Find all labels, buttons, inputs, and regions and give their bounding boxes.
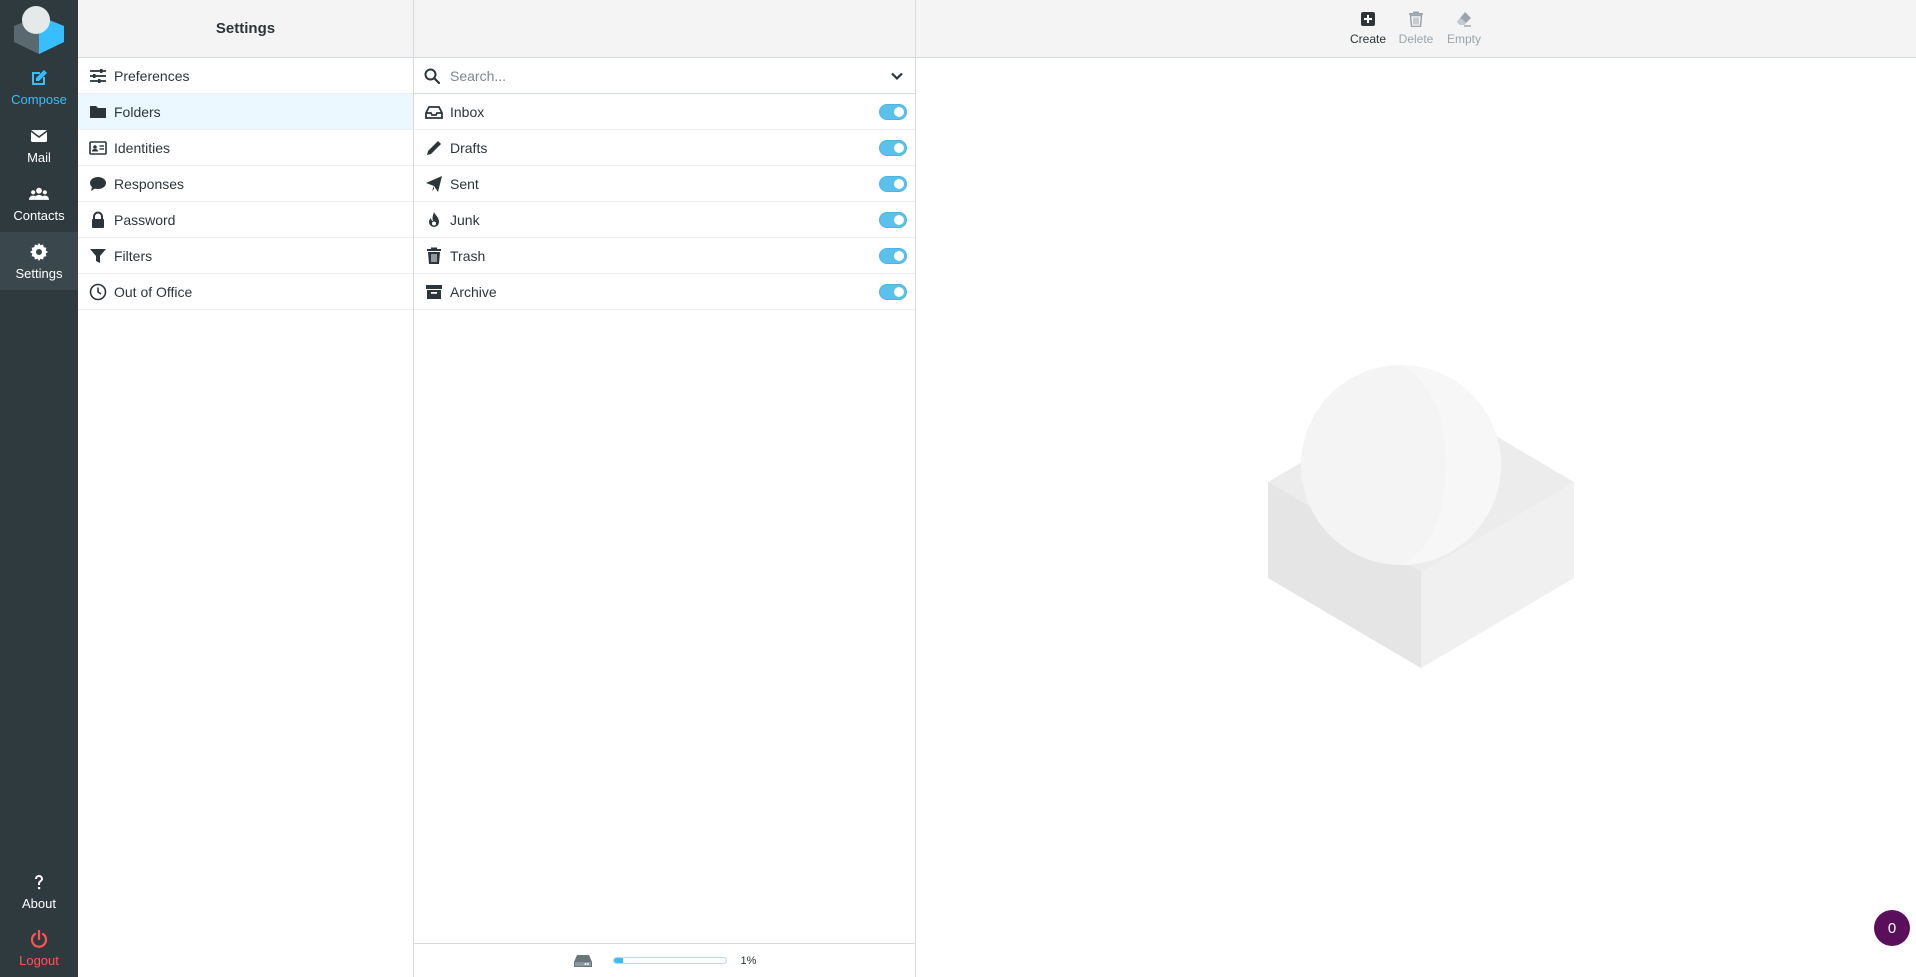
lock-icon bbox=[88, 210, 108, 230]
nav-settings[interactable]: Settings bbox=[0, 232, 78, 290]
nav-compose-label: Compose bbox=[11, 91, 67, 107]
subscribe-toggle[interactable] bbox=[879, 211, 907, 228]
pencil-icon bbox=[424, 138, 444, 158]
question-icon bbox=[35, 874, 43, 889]
folder-item-label: Inbox bbox=[450, 103, 485, 120]
fire-icon bbox=[424, 210, 444, 230]
nav-rail: Compose Mail Contacts Settings About Log… bbox=[0, 0, 78, 977]
settings-item-identities[interactable]: Identities bbox=[78, 130, 413, 166]
folder-item-junk[interactable]: Junk bbox=[414, 202, 915, 238]
settings-item-preferences[interactable]: Preferences bbox=[78, 58, 413, 94]
subscribe-toggle[interactable] bbox=[879, 139, 907, 156]
folder-item-label: Junk bbox=[450, 211, 480, 228]
content-pane: Create Delete Empty bbox=[916, 0, 1916, 977]
power-icon bbox=[30, 929, 48, 948]
folders-list-panel: Inbox Drafts Sent Junk Trash Archive 1% bbox=[414, 0, 916, 977]
settings-item-password[interactable]: Password bbox=[78, 202, 413, 238]
notification-badge[interactable]: 0 bbox=[1874, 910, 1910, 946]
settings-item-label: Identities bbox=[114, 139, 171, 156]
settings-item-folders[interactable]: Folders bbox=[78, 94, 413, 130]
nav-mail-label: Mail bbox=[27, 149, 51, 165]
envelope-icon bbox=[30, 129, 48, 142]
folder-item-archive[interactable]: Archive bbox=[414, 274, 915, 310]
settings-item-label: Responses bbox=[114, 175, 185, 192]
nav-logout[interactable]: Logout bbox=[0, 919, 78, 977]
trash-icon bbox=[1409, 11, 1423, 27]
nav-mail[interactable]: Mail bbox=[0, 116, 78, 174]
nav-compose[interactable]: Compose bbox=[0, 58, 78, 116]
settings-item-label: Out of Office bbox=[114, 283, 193, 300]
inbox-icon bbox=[424, 102, 444, 122]
create-button-label: Create bbox=[1349, 32, 1387, 46]
folder-item-label: Sent bbox=[450, 175, 479, 192]
empty-button-label: Empty bbox=[1446, 32, 1481, 46]
clock-icon bbox=[88, 282, 108, 302]
folder-item-drafts[interactable]: Drafts bbox=[414, 130, 915, 166]
subscribe-toggle[interactable] bbox=[879, 283, 907, 300]
nav-settings-label: Settings bbox=[15, 265, 63, 281]
edit-icon bbox=[32, 69, 47, 85]
folder-item-trash[interactable]: Trash bbox=[414, 238, 915, 274]
plus-square-icon bbox=[1361, 12, 1375, 26]
settings-item-label: Preferences bbox=[114, 67, 190, 84]
folders-header bbox=[414, 0, 915, 58]
settings-item-responses[interactable]: Responses bbox=[78, 166, 413, 202]
folder-item-inbox[interactable]: Inbox bbox=[414, 94, 915, 130]
folder-item-label: Archive bbox=[450, 283, 497, 300]
create-button[interactable]: Create bbox=[1344, 11, 1392, 46]
quota-percent-label: 1% bbox=[740, 954, 757, 967]
sliders-icon bbox=[88, 66, 108, 86]
gear-icon bbox=[30, 242, 48, 261]
subscribe-toggle[interactable] bbox=[879, 175, 907, 192]
settings-item-filters[interactable]: Filters bbox=[78, 238, 413, 274]
settings-item-label: Filters bbox=[114, 247, 153, 264]
folder-search-input[interactable] bbox=[450, 67, 889, 84]
nav-about[interactable]: About bbox=[0, 862, 78, 920]
delete-button-label: Delete bbox=[1398, 32, 1434, 46]
roundcube-watermark-logo bbox=[1268, 365, 1574, 668]
trash-icon bbox=[424, 246, 444, 266]
delete-button[interactable]: Delete bbox=[1392, 11, 1440, 46]
users-icon bbox=[29, 187, 49, 200]
settings-title: Settings bbox=[78, 0, 413, 58]
settings-item-out-of-office[interactable]: Out of Office bbox=[78, 274, 413, 310]
quota-progress-bar bbox=[612, 957, 727, 964]
quota-progress-fill bbox=[613, 958, 623, 963]
folder-item-label: Trash bbox=[450, 247, 486, 264]
comment-icon bbox=[88, 174, 108, 194]
quota-indicator: 1% bbox=[414, 943, 915, 977]
hard-drive-icon bbox=[573, 954, 592, 967]
nav-contacts[interactable]: Contacts bbox=[0, 174, 78, 232]
folder-item-sent[interactable]: Sent bbox=[414, 166, 915, 202]
subscribe-toggle[interactable] bbox=[879, 247, 907, 264]
nav-contacts-label: Contacts bbox=[13, 207, 65, 223]
folder-item-label: Drafts bbox=[450, 139, 488, 156]
folder-icon bbox=[88, 102, 108, 122]
folder-search-bar bbox=[414, 58, 915, 94]
settings-item-label: Password bbox=[114, 211, 176, 228]
nav-logout-label: Logout bbox=[19, 952, 59, 968]
search-icon[interactable] bbox=[424, 68, 440, 84]
eraser-icon bbox=[1457, 12, 1471, 27]
empty-button[interactable]: Empty bbox=[1440, 11, 1488, 46]
id-card-icon bbox=[88, 138, 108, 158]
archive-icon bbox=[424, 282, 444, 302]
subscribe-toggle[interactable] bbox=[879, 103, 907, 120]
roundcube-logo[interactable] bbox=[12, 4, 66, 56]
settings-list-panel: Settings Preferences Folders Identities … bbox=[78, 0, 414, 977]
paper-plane-icon bbox=[424, 174, 444, 194]
nav-about-label: About bbox=[22, 895, 56, 911]
settings-item-label: Folders bbox=[114, 103, 161, 120]
toolbar: Create Delete Empty bbox=[916, 0, 1916, 58]
filter-icon bbox=[88, 246, 108, 266]
chevron-down-icon[interactable] bbox=[889, 68, 905, 84]
